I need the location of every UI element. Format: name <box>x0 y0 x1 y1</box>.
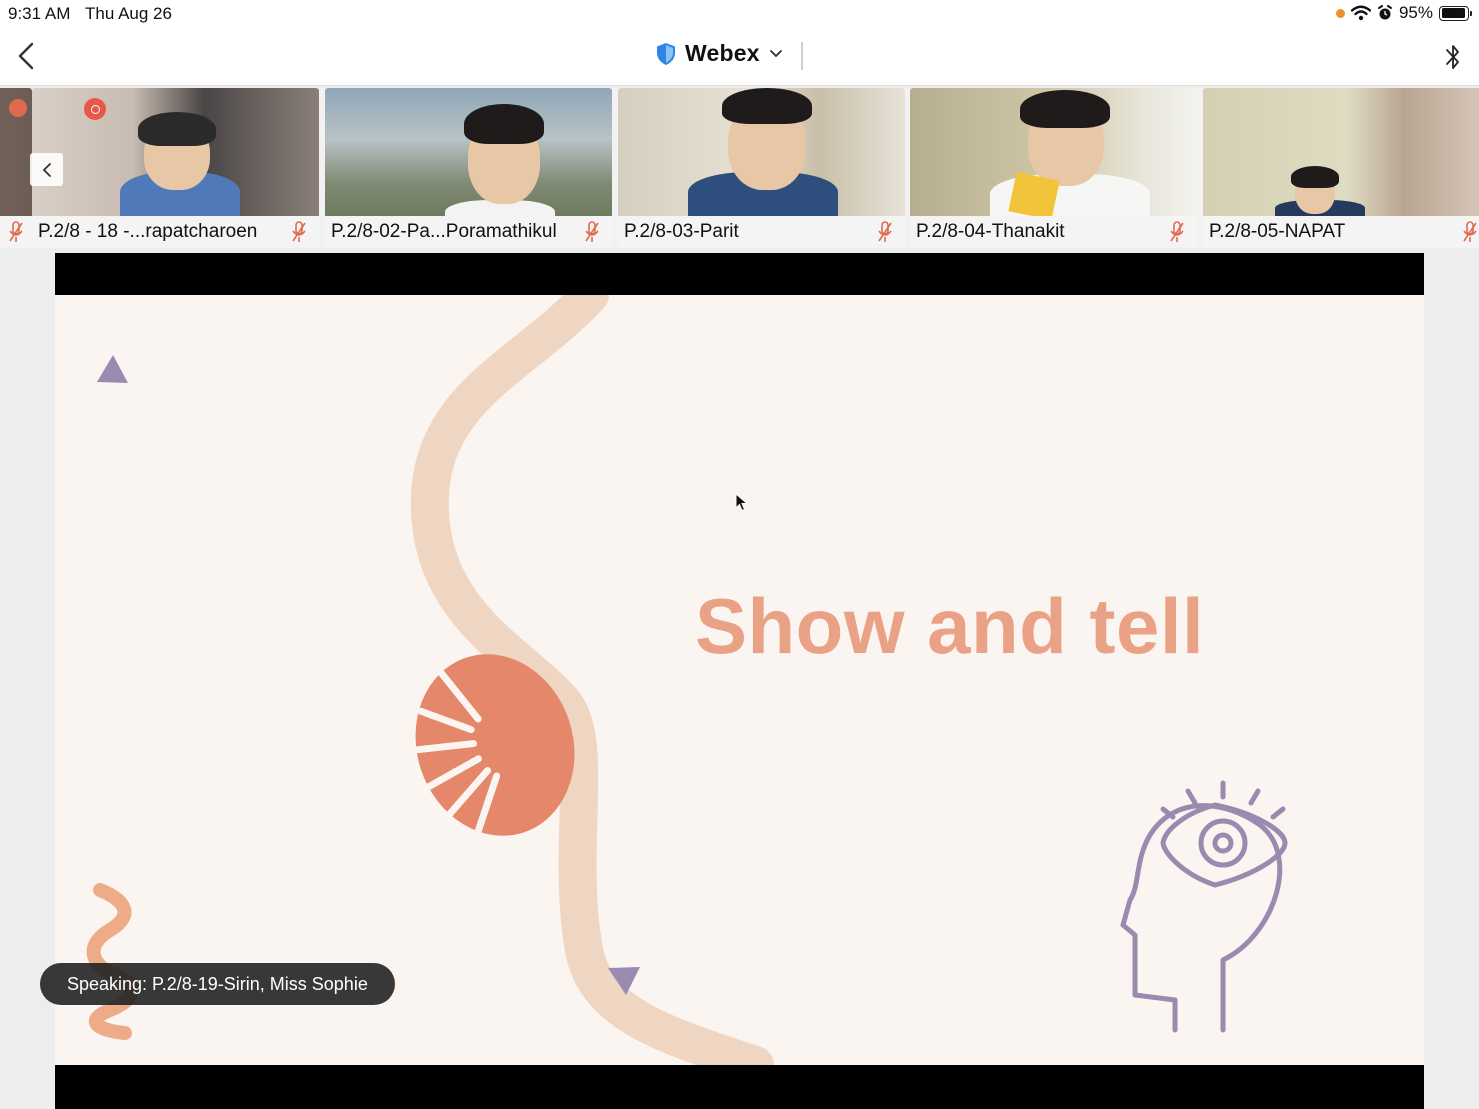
muted-mic-icon <box>292 221 306 242</box>
battery-fill <box>1441 8 1466 18</box>
wifi-icon <box>1350 5 1371 21</box>
participant-tile[interactable]: P.2/8-05-NAPAT <box>1203 88 1479 248</box>
muted-mic-icon <box>878 221 892 242</box>
chevron-down-icon <box>769 49 782 57</box>
participant-tile[interactable]: P.2/8-04-Thanakit <box>910 88 1197 248</box>
chevron-left-icon[interactable] <box>12 40 40 72</box>
participant-hair <box>1020 90 1110 128</box>
battery-icon <box>1439 5 1472 21</box>
participant-name: P.2/8 - 18 -...rapatcharoen <box>38 221 258 242</box>
participant-video <box>1203 88 1479 220</box>
participant-hair <box>464 104 544 144</box>
recording-indicator-icon <box>84 98 106 120</box>
muted-mic-icon <box>1463 221 1477 242</box>
participant-hair <box>1291 166 1339 188</box>
meeting-title-dropdown[interactable]: Webex <box>655 40 784 67</box>
participant-tile[interactable]: P.2/8-03-Parit <box>618 88 905 248</box>
microphone-indicator-icon <box>1335 8 1345 18</box>
alarm-icon <box>1377 5 1392 20</box>
status-date: Thu Aug 26 <box>85 4 172 23</box>
muted-mic-icon <box>1170 221 1184 242</box>
meeting-header: Webex <box>0 28 1479 86</box>
participant-name: P.2/8-05-NAPAT <box>1209 221 1346 242</box>
battery-percent: 95% <box>1398 3 1433 22</box>
header-divider <box>801 42 803 70</box>
presentation-slide: Show and tell <box>55 295 1424 1065</box>
slide-decoration <box>86 295 1288 1065</box>
participant-strip[interactable]: P.2/8 - 18 -...rapatcharoen P.2/8-02-Pa.… <box>0 88 1479 248</box>
status-bar: 9:31 AM Thu Aug 26 95% <box>0 0 1479 28</box>
status-right: 95% <box>1335 3 1472 23</box>
scroll-left-button[interactable] <box>30 153 63 186</box>
slide-title: Show and tell <box>695 582 1205 670</box>
chevron-left-icon <box>42 162 51 177</box>
muted-mic-icon <box>585 221 599 242</box>
participant-name: P.2/8-02-Pa...Poramathikul <box>331 221 557 242</box>
muted-mic-icon <box>9 221 23 242</box>
participant-name: P.2/8-04-Thanakit <box>916 221 1065 242</box>
participant-tile[interactable]: P.2/8-02-Pa...Poramathikul <box>325 88 612 248</box>
participant-video <box>32 88 319 222</box>
participant-tile[interactable]: P.2/8 - 18 -...rapatcharoen <box>32 88 319 248</box>
active-speaker-badge: Speaking: P.2/8-19-Sirin, Miss Sophie <box>40 963 395 1005</box>
participant-name: P.2/8-03-Parit <box>624 221 739 242</box>
participant-video <box>910 88 1197 224</box>
status-time: 9:31 AM <box>8 4 71 23</box>
mouse-cursor-icon <box>735 493 749 512</box>
muted-mic-icon <box>9 99 27 117</box>
participant-hair <box>722 88 812 124</box>
participant-video <box>618 88 905 222</box>
participant-video <box>325 88 612 230</box>
shield-icon <box>657 42 675 65</box>
meeting-title: Webex <box>685 40 760 66</box>
participant-headphones <box>138 112 216 146</box>
bluetooth-icon[interactable] <box>1443 40 1463 74</box>
